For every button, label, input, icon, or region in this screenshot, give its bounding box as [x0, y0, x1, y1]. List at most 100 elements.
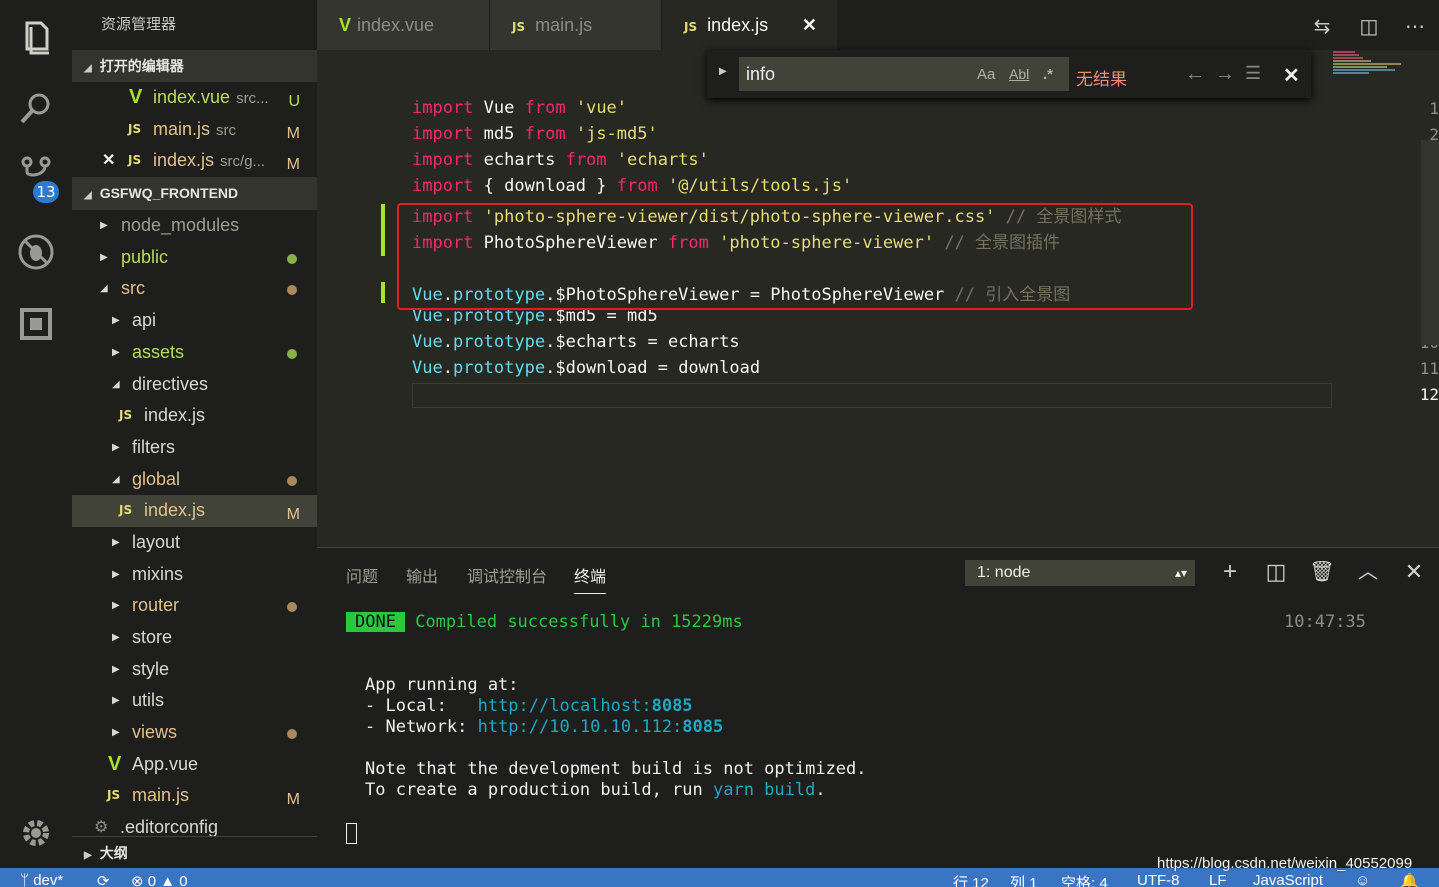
tab-problems[interactable]: 问题 [346, 563, 378, 587]
split-terminal-icon[interactable]: ◫ [1263, 559, 1289, 585]
warning-icon: ▲ [160, 873, 176, 887]
tab-terminal[interactable]: 终端 [574, 563, 607, 594]
indentation[interactable]: 空格: 4 [1061, 872, 1108, 887]
line-number: 12 [1419, 385, 1439, 404]
code-token: 'js-md5' [575, 124, 658, 144]
open-changes-icon[interactable]: ⇆ [1307, 11, 1337, 41]
line-number: 1 [1429, 99, 1439, 118]
new-terminal-icon[interactable]: + [1217, 559, 1243, 585]
chevron-right-icon: ▶ [100, 220, 108, 232]
tree-item-label: src [121, 278, 145, 299]
tab-debug-console[interactable]: 调试控制台 [467, 563, 547, 587]
code-editor[interactable]: 1 import Vue from 'vue' 2 import md5 from '… [317, 50, 1439, 547]
encoding[interactable]: UTF-8 [1137, 872, 1180, 887]
code-token: prototype [452, 358, 546, 378]
tree-item-assets[interactable]: ▶ assets [72, 337, 317, 369]
tree-item-node-modules[interactable]: ▶ node_modules [72, 210, 317, 242]
tree-item-global[interactable]: ◢ global [72, 464, 317, 496]
match-word-button[interactable]: Abl [1009, 66, 1029, 82]
notification-bell-icon[interactable]: 🔔 [1400, 872, 1419, 887]
status-dot [287, 475, 297, 486]
chevron-down-icon: ◢ [100, 283, 108, 295]
line-ending[interactable]: LF [1209, 872, 1227, 887]
extensions-icon[interactable] [0, 294, 72, 354]
local-port: 8085 [651, 696, 693, 716]
chevron-right-icon: ▶ [112, 727, 120, 739]
status-dot [287, 253, 297, 264]
project-header[interactable]: ◢ GSFWQ_FRONTEND [72, 177, 317, 211]
previous-match-icon[interactable]: ← [1185, 63, 1205, 86]
tree-item-api[interactable]: ▶ api [72, 305, 317, 337]
find-in-selection-icon[interactable]: ☰ [1245, 63, 1261, 84]
local-label: - Local: [365, 696, 478, 716]
split-editor-icon[interactable]: ◫ [1354, 11, 1384, 41]
local-url[interactable]: http://localhost: [478, 696, 652, 716]
close-icon[interactable]: ✕ [102, 145, 115, 177]
js-file-icon: JS [128, 121, 142, 136]
tree-item-style[interactable]: ▶ style [72, 654, 317, 686]
status-dot [287, 729, 297, 740]
branch-status[interactable]: ᛘ dev* [20, 872, 63, 887]
search-icon[interactable] [0, 78, 72, 138]
vue-file-icon: V [108, 752, 122, 775]
tree-item-app-vue[interactable]: V App.vue [72, 749, 317, 781]
tree-item-main-js[interactable]: JS main.js M [72, 780, 317, 812]
tree-item-views[interactable]: ▶ views [72, 717, 317, 749]
tree-item-label: store [132, 627, 173, 647]
match-case-button[interactable]: Aa [977, 66, 995, 83]
minimap[interactable] [1329, 50, 1419, 80]
sync-icon[interactable]: ⟳ [97, 872, 110, 887]
tree-item-store[interactable]: ▶ store [72, 622, 317, 654]
editor-scrollbar[interactable] [1421, 140, 1439, 345]
open-editor-item[interactable]: ✕ JS index.js src/g... M [72, 145, 317, 177]
feedback-smiley-icon[interactable]: ☺ [1355, 872, 1370, 887]
close-panel-icon[interactable]: ✕ [1401, 559, 1427, 585]
network-label: - Network: [365, 717, 478, 737]
close-tab-icon[interactable]: ✕ [802, 0, 817, 50]
open-editor-item[interactable]: JS main.js src M [72, 114, 317, 146]
tree-item-router[interactable]: ▶ router [72, 590, 317, 622]
tree-item-label: node_modules [121, 215, 240, 236]
network-url[interactable]: http://10.10.10.112: [478, 717, 683, 737]
chevron-right-icon: ▶ [112, 632, 120, 643]
tree-item-public[interactable]: ▶ public [72, 242, 317, 274]
more-actions-icon[interactable]: ⋯ [1400, 11, 1430, 41]
chevron-right-icon: ▶ [112, 536, 120, 548]
debug-icon[interactable] [0, 222, 72, 282]
maximize-panel-icon[interactable]: ︿ [1355, 559, 1381, 585]
tree-item-filters[interactable]: ▶ filters [72, 432, 317, 464]
tree-item-directives[interactable]: ◢ directives [72, 369, 317, 401]
settings-gear-icon[interactable] [0, 803, 72, 863]
note-text: Note that the development build is not o… [365, 759, 867, 779]
open-editor-item[interactable]: V index.vue src... U [72, 82, 317, 114]
language-mode[interactable]: JavaScript [1253, 872, 1323, 887]
tree-item-directives-index[interactable]: JS index.js [72, 400, 317, 432]
tree-item-src[interactable]: ◢ src [72, 273, 317, 305]
explorer-title: 资源管理器 [101, 16, 177, 33]
close-find-icon[interactable]: ✕ [1283, 63, 1300, 88]
explorer-icon[interactable] [0, 8, 72, 68]
tab-main-js[interactable]: JS main.js [490, 0, 661, 50]
problems-status[interactable]: ⊗ 0 ▲ 0 [131, 872, 188, 887]
tree-item-mixins[interactable]: ▶ mixins [72, 559, 317, 591]
tree-item-label: index.js [144, 500, 206, 521]
next-match-icon[interactable]: → [1215, 63, 1235, 86]
outline-header[interactable]: ▶ 大纲 [72, 836, 317, 868]
tab-output[interactable]: 输出 [406, 563, 438, 587]
toggle-replace-icon[interactable]: ▶ [719, 66, 727, 77]
tree-item-label: router [132, 595, 180, 616]
open-editors-header[interactable]: ◢ 打开的编辑器 [72, 50, 317, 82]
cursor-col[interactable]: 列 1 [1010, 872, 1038, 887]
regex-button[interactable]: .* [1043, 66, 1053, 83]
cursor-line[interactable]: 行 12 [953, 872, 989, 887]
tree-item-utils[interactable]: ▶ utils [72, 685, 317, 717]
tree-item-layout[interactable]: ▶ layout [72, 527, 317, 559]
tree-item-label: layout [132, 531, 181, 552]
branch-icon: ᛘ [20, 872, 30, 887]
tree-item-global-index[interactable]: JS index.js M [72, 495, 317, 527]
tab-index-vue[interactable]: Vindex.vue [317, 0, 489, 50]
tab-index-js[interactable]: JS index.js ✕ [662, 0, 837, 50]
terminal-select[interactable]: 1: node ▴▾ [965, 560, 1195, 586]
trash-icon[interactable]: 🗑 [1309, 559, 1335, 585]
compiled-message: Compiled successfully in 15229ms [415, 612, 743, 632]
